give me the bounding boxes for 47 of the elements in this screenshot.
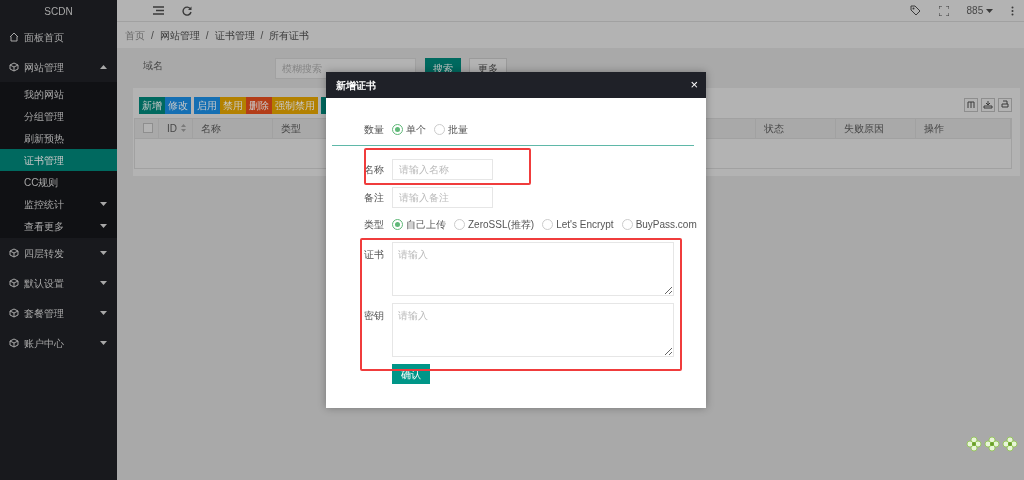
- sidebar-subitem[interactable]: 我的网站: [0, 83, 117, 105]
- breadcrumb-link[interactable]: 所有证书: [269, 27, 310, 43]
- filter-label: 域名: [143, 59, 164, 73]
- text-field[interactable]: 请输入备注: [392, 187, 493, 208]
- radio-option[interactable]: 批量: [434, 122, 468, 137]
- breadcrumb-separator: /: [151, 28, 154, 43]
- radio-option[interactable]: 自己上传: [392, 217, 446, 232]
- breadcrumb-link[interactable]: 证书管理: [214, 27, 255, 43]
- radio-option[interactable]: 单个: [392, 122, 426, 137]
- field-label: 备注: [364, 191, 385, 205]
- sidebar-subitem[interactable]: 查看更多: [0, 215, 117, 237]
- sidebar-item[interactable]: 套餐管理: [0, 298, 117, 328]
- sidebar-subitem[interactable]: 监控统计: [0, 193, 117, 215]
- breadcrumb-link[interactable]: 网站管理: [159, 27, 200, 43]
- text-area[interactable]: 请输入: [392, 242, 674, 296]
- breadcrumb-separator: /: [260, 28, 264, 43]
- logo-text: SCDN: [44, 4, 73, 19]
- column-header: 状态: [764, 121, 784, 136]
- sidebar-item[interactable]: 四层转发: [0, 238, 117, 268]
- text-field[interactable]: 请输入名称: [392, 159, 493, 180]
- sidebar-subitem[interactable]: 刷新预热: [0, 127, 117, 149]
- sidebar-item[interactable]: 默认设置: [0, 268, 117, 298]
- field-label: 密钥: [364, 309, 385, 323]
- toolbar-button[interactable]: 删除: [246, 96, 272, 114]
- sidebar-subitem[interactable]: 证书管理: [0, 149, 117, 171]
- sidebar-item[interactable]: 面板首页: [0, 22, 117, 52]
- text-area[interactable]: 请输入: [392, 303, 674, 357]
- field-label: 类型: [364, 218, 385, 232]
- column-header: ID: [167, 121, 177, 136]
- radio-option[interactable]: Let's Encrypt: [542, 217, 614, 232]
- sidebar-item[interactable]: 网站管理: [0, 52, 117, 82]
- field-label: 证书: [364, 248, 385, 262]
- sidebar-subitem[interactable]: CC规则: [0, 171, 117, 193]
- dialog-title: 新增证书: [336, 78, 376, 93]
- column-header: 失败原因: [844, 121, 884, 136]
- breadcrumb-separator: /: [205, 28, 209, 43]
- column-header: 类型: [281, 121, 301, 136]
- sidebar-item[interactable]: 账户中心: [0, 328, 117, 358]
- close-button[interactable]: ×: [690, 75, 698, 95]
- sidebar-subitem[interactable]: 分组管理: [0, 105, 117, 127]
- radio-option[interactable]: BuyPass.com: [621, 217, 697, 232]
- user-menu[interactable]: 885: [966, 3, 993, 18]
- column-header: 操作: [924, 121, 944, 136]
- toolbar-button[interactable]: 新增: [139, 96, 165, 114]
- radio-option[interactable]: ZeroSSL(推荐): [454, 217, 535, 232]
- column-header: 名称: [201, 121, 221, 136]
- field-label: 数量: [364, 123, 385, 137]
